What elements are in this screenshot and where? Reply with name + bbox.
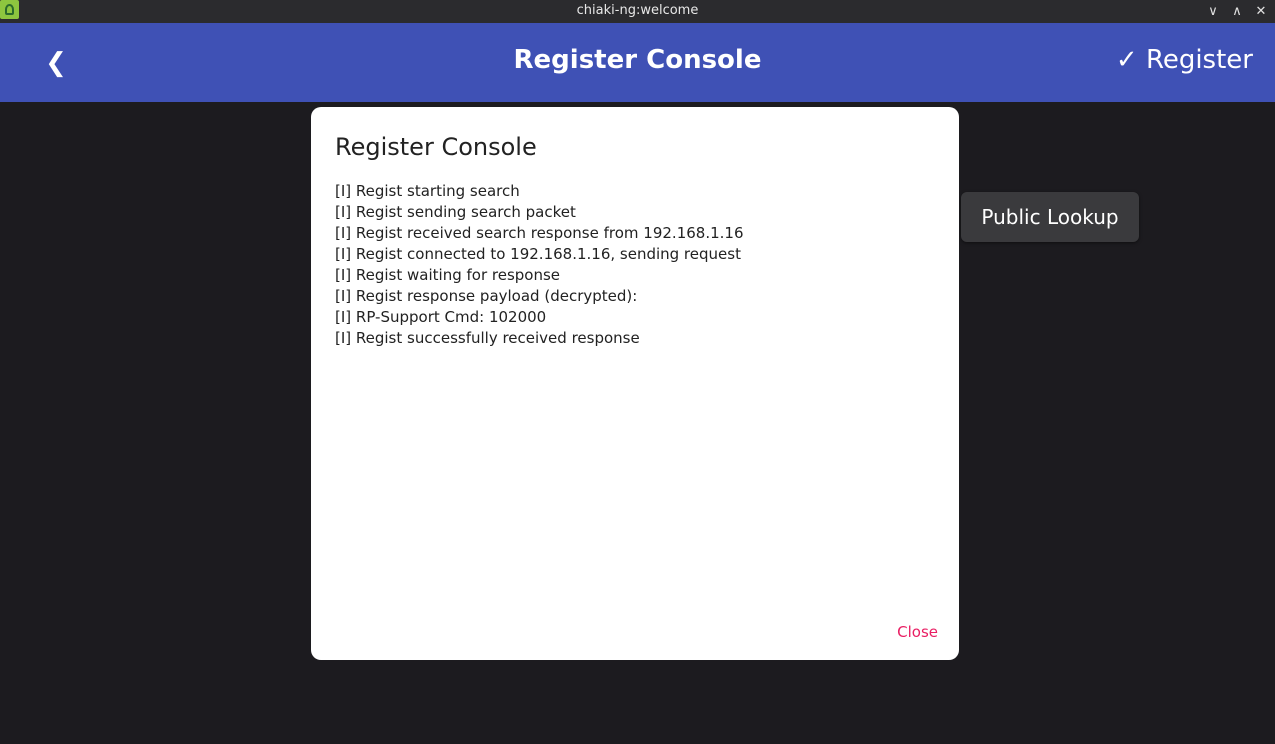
log-line: [I] Regist response payload (decrypted): [335, 287, 638, 305]
log-line: [I] Regist successfully received respons… [335, 329, 640, 347]
public-lookup-label: Public Lookup [981, 205, 1119, 229]
page-title: Register Console [513, 45, 762, 75]
minimize-icon[interactable]: ∨ [1201, 0, 1225, 23]
close-window-icon[interactable]: ✕ [1249, 0, 1273, 23]
register-button[interactable]: ✓ Register [1116, 45, 1253, 75]
log-line: [I] Regist waiting for response [335, 266, 561, 284]
public-lookup-button[interactable]: Public Lookup [961, 192, 1139, 242]
log-line: [I] RP-Support Cmd: 102000 [335, 308, 547, 326]
register-console-dialog: Register Console [I] Regist starting sea… [311, 107, 959, 660]
app-bar: ❮ Register Console ✓ Register [0, 23, 1275, 102]
register-log: [I] Regist starting search [I] Regist se… [335, 181, 935, 349]
log-line: [I] Regist starting search [335, 182, 520, 200]
close-button[interactable]: Close [897, 623, 938, 641]
dialog-title: Register Console [335, 133, 537, 161]
register-button-label: ✓ Register [1115, 45, 1253, 75]
maximize-icon[interactable]: ∧ [1225, 0, 1249, 23]
log-line: [I] Regist sending search packet [335, 203, 576, 221]
log-line: [I] Regist received search response from… [335, 224, 744, 242]
log-line: [I] Regist connected to 192.168.1.16, se… [335, 245, 741, 263]
window-titlebar: chiaki-ng:welcome ∨ ∧ ✕ [0, 0, 1275, 23]
window-title: chiaki-ng:welcome [576, 3, 699, 18]
